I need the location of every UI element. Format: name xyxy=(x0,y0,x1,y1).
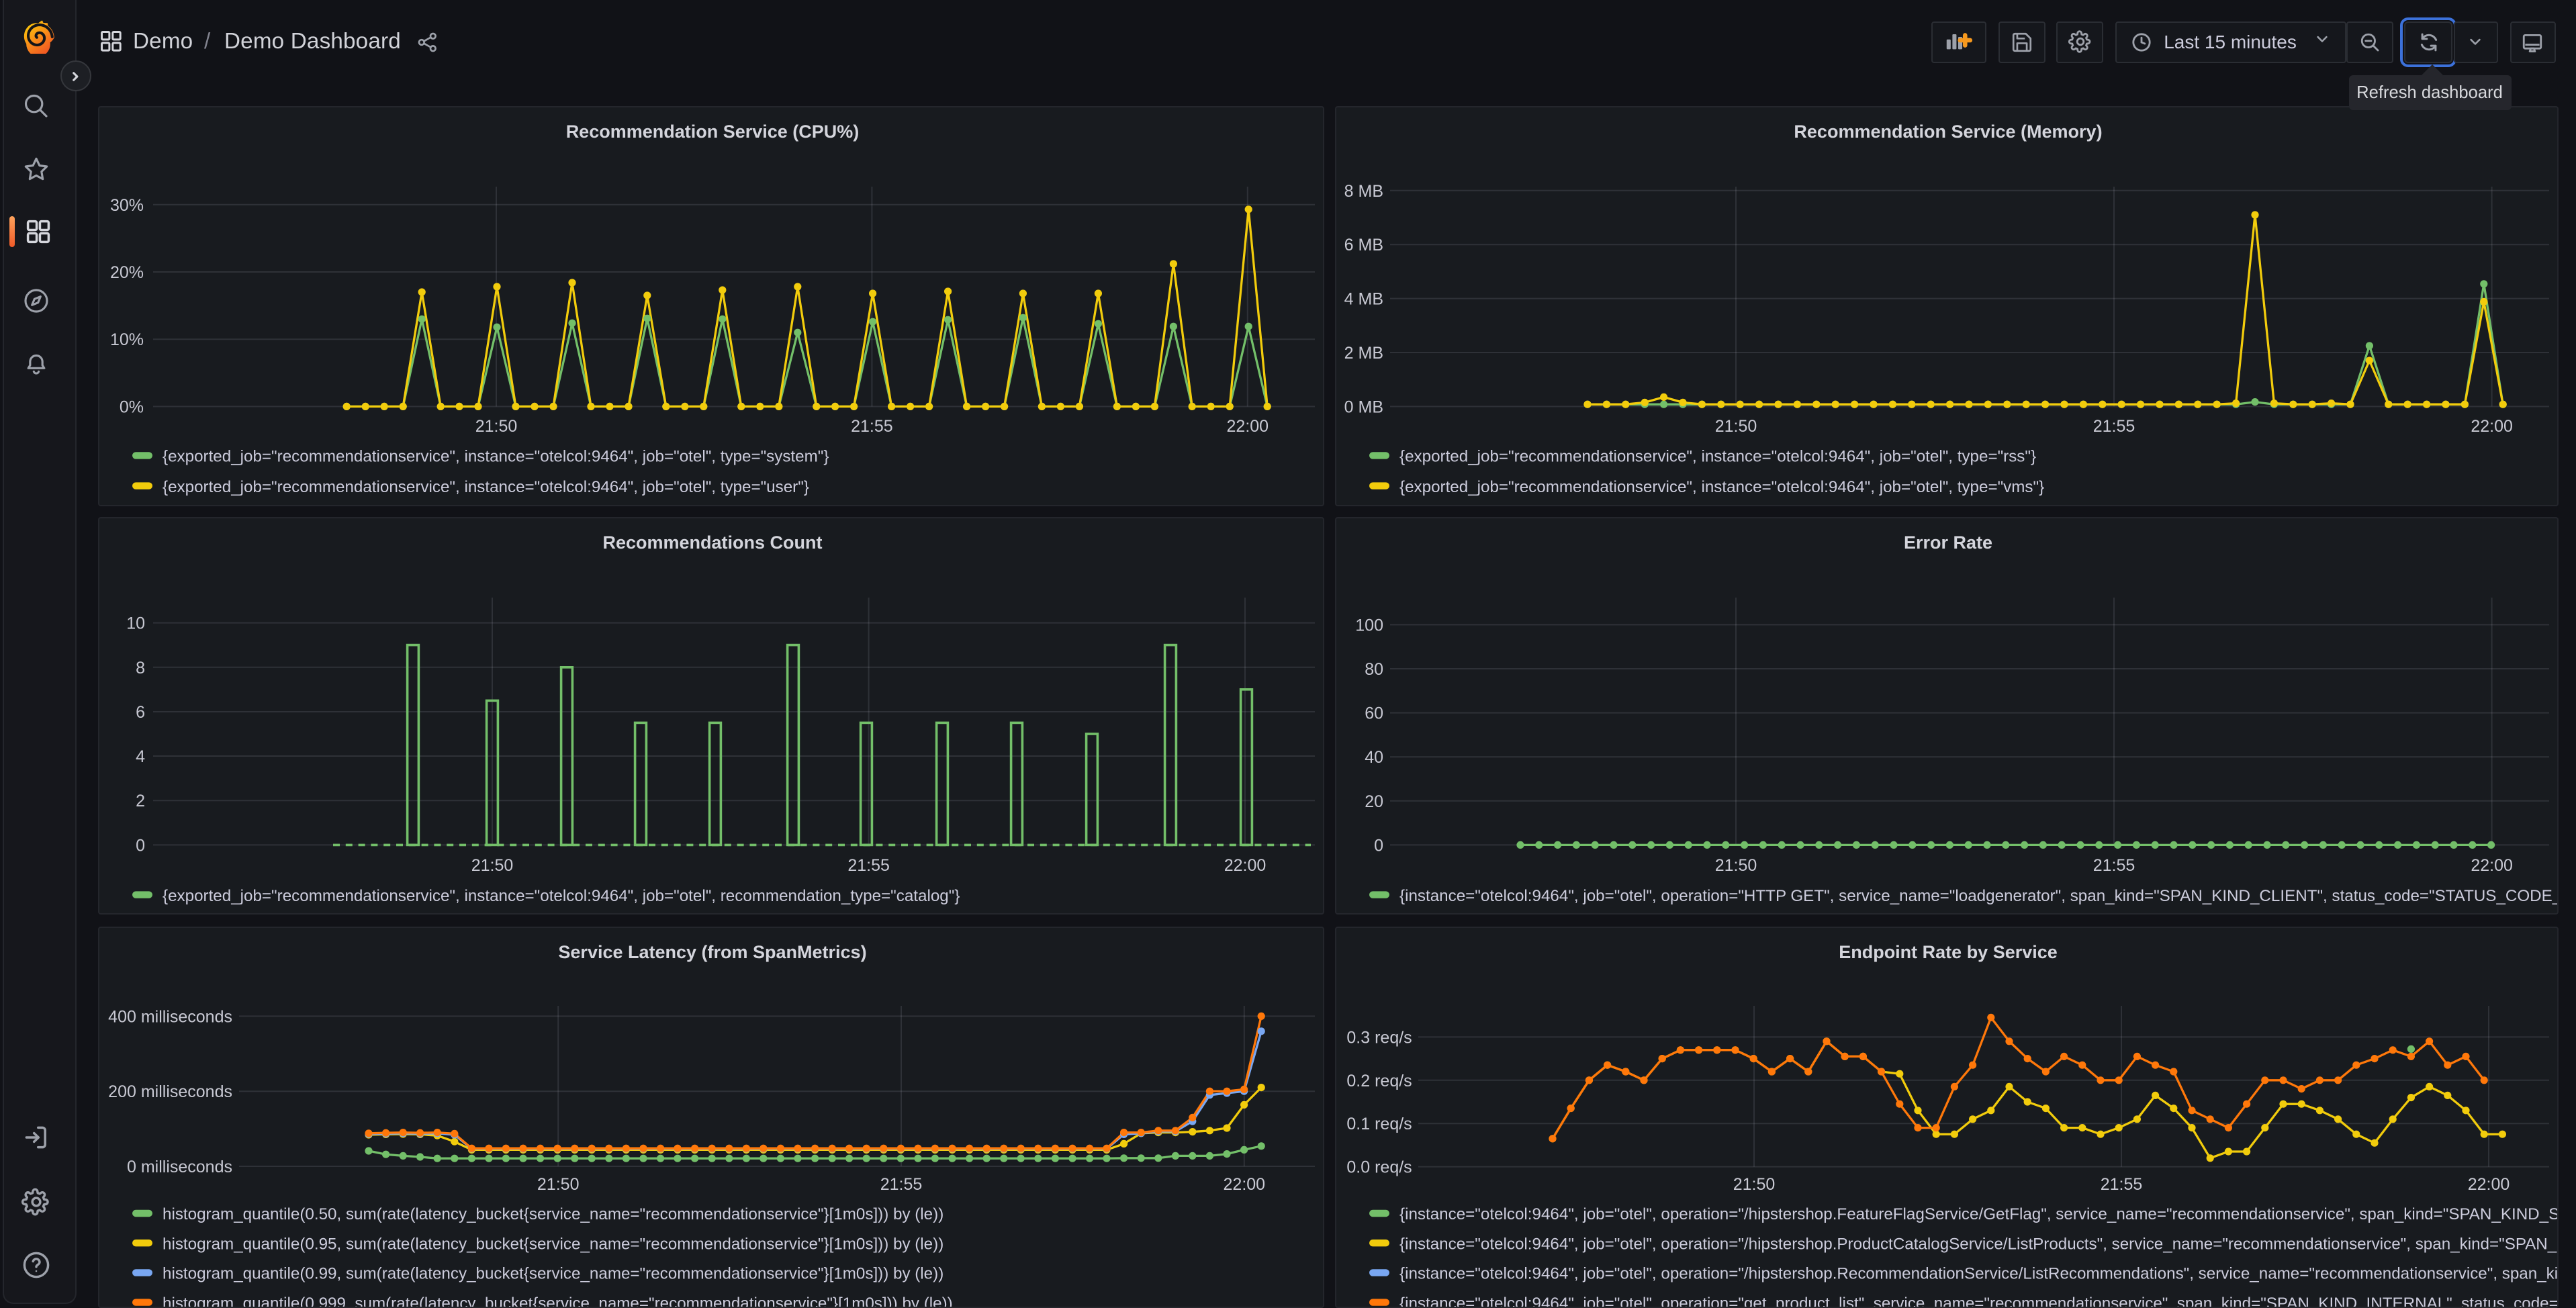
svg-text:histogram_quantile(0.95, sum(r: histogram_quantile(0.95, sum(rate(latenc… xyxy=(163,1235,944,1253)
svg-text:21:50: 21:50 xyxy=(471,856,514,875)
svg-text:8 MB: 8 MB xyxy=(1344,182,1383,201)
svg-text:6 MB: 6 MB xyxy=(1344,236,1383,254)
svg-text:22:00: 22:00 xyxy=(2468,1175,2510,1194)
svg-text:80: 80 xyxy=(1365,660,1383,679)
svg-text:20: 20 xyxy=(1365,792,1383,811)
svg-text:{instance="otelcol:9464", job=: {instance="otelcol:9464", job="otel", op… xyxy=(1399,1205,2559,1223)
svg-text:0.1 req/s: 0.1 req/s xyxy=(1346,1115,1412,1133)
svg-text:histogram_quantile(0.999, sum(: histogram_quantile(0.999, sum(rate(laten… xyxy=(163,1295,953,1308)
svg-text:0: 0 xyxy=(1374,836,1383,855)
svg-text:2: 2 xyxy=(136,792,145,810)
svg-text:40: 40 xyxy=(1365,748,1383,767)
svg-text:Recommendation Service (CPU%): Recommendation Service (CPU%) xyxy=(566,122,860,142)
svg-text:{exported_job="recommendations: {exported_job="recommendationservice", i… xyxy=(1399,448,2036,466)
svg-text:{exported_job="recommendations: {exported_job="recommendationservice", i… xyxy=(163,478,809,496)
svg-text:10: 10 xyxy=(126,614,145,633)
svg-text:{instance="otelcol:9464", job=: {instance="otelcol:9464", job="otel", op… xyxy=(1399,887,2559,905)
svg-text:{instance="otelcol:9464", job=: {instance="otelcol:9464", job="otel", op… xyxy=(1399,1295,2559,1308)
svg-text:400 milliseconds: 400 milliseconds xyxy=(108,1007,232,1026)
svg-text:22:00: 22:00 xyxy=(1224,856,1267,875)
svg-text:21:50: 21:50 xyxy=(1733,1175,1776,1194)
svg-text:21:55: 21:55 xyxy=(847,856,890,875)
svg-text:22:00: 22:00 xyxy=(1224,1175,1266,1194)
svg-text:histogram_quantile(0.99, sum(r: histogram_quantile(0.99, sum(rate(latenc… xyxy=(163,1265,944,1283)
svg-text:Service Latency (from SpanMetr: Service Latency (from SpanMetrics) xyxy=(558,942,866,962)
svg-text:0%: 0% xyxy=(120,398,144,416)
svg-text:21:55: 21:55 xyxy=(851,417,893,436)
svg-text:22:00: 22:00 xyxy=(1227,417,1269,436)
svg-text:21:55: 21:55 xyxy=(880,1175,923,1194)
svg-text:21:50: 21:50 xyxy=(1715,417,1757,436)
svg-text:21:55: 21:55 xyxy=(2093,856,2135,875)
svg-text:60: 60 xyxy=(1365,704,1383,723)
svg-text:22:00: 22:00 xyxy=(2471,417,2513,436)
svg-text:30%: 30% xyxy=(110,196,144,215)
svg-text:21:50: 21:50 xyxy=(1715,856,1757,875)
svg-text:Endpoint Rate by Service: Endpoint Rate by Service xyxy=(1839,942,2058,962)
svg-text:6: 6 xyxy=(136,703,145,722)
svg-text:20%: 20% xyxy=(110,263,144,282)
svg-text:21:55: 21:55 xyxy=(2093,417,2135,436)
svg-text:Error Rate: Error Rate xyxy=(1904,532,1992,553)
svg-text:{exported_job="recommendations: {exported_job="recommendationservice", i… xyxy=(163,887,960,905)
svg-text:8: 8 xyxy=(136,659,145,678)
svg-text:21:50: 21:50 xyxy=(475,417,518,436)
svg-text:200 milliseconds: 200 milliseconds xyxy=(108,1082,232,1101)
svg-text:0 MB: 0 MB xyxy=(1344,398,1383,416)
svg-text:0 milliseconds: 0 milliseconds xyxy=(127,1158,232,1176)
svg-text:21:55: 21:55 xyxy=(2101,1175,2143,1194)
svg-text:100: 100 xyxy=(1355,616,1383,635)
svg-text:0: 0 xyxy=(136,836,145,855)
svg-text:{instance="otelcol:9464", job=: {instance="otelcol:9464", job="otel", op… xyxy=(1399,1265,2559,1283)
svg-text:0.3 req/s: 0.3 req/s xyxy=(1346,1028,1412,1047)
svg-text:0.2 req/s: 0.2 req/s xyxy=(1346,1072,1412,1090)
svg-text:Recommendations Count: Recommendations Count xyxy=(602,532,822,553)
svg-text:Recommendation Service (Memory: Recommendation Service (Memory) xyxy=(1794,122,2102,142)
svg-text:{instance="otelcol:9464", job=: {instance="otelcol:9464", job="otel", op… xyxy=(1399,1235,2559,1253)
svg-text:histogram_quantile(0.50, sum(r: histogram_quantile(0.50, sum(rate(latenc… xyxy=(163,1205,944,1223)
svg-text:4 MB: 4 MB xyxy=(1344,290,1383,309)
svg-text:22:00: 22:00 xyxy=(2471,856,2513,875)
svg-text:4: 4 xyxy=(136,747,145,766)
svg-text:21:50: 21:50 xyxy=(537,1175,580,1194)
svg-text:2 MB: 2 MB xyxy=(1344,344,1383,363)
svg-text:10%: 10% xyxy=(110,330,144,349)
svg-text:{exported_job="recommendations: {exported_job="recommendationservice", i… xyxy=(163,448,829,466)
svg-text:0.0 req/s: 0.0 req/s xyxy=(1346,1158,1412,1177)
svg-text:{exported_job="recommendations: {exported_job="recommendationservice", i… xyxy=(1399,478,2044,496)
